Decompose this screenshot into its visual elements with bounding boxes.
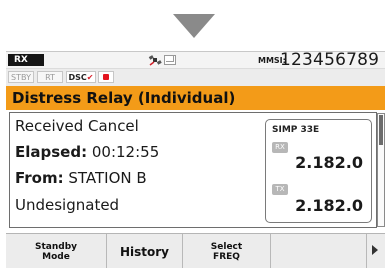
stby-indicator: STBY [8,71,34,83]
satellite-icon [148,55,162,66]
status-bar-top: RX MMSI: 123456789 [6,52,385,70]
more-arrow-icon[interactable] [372,245,378,255]
page-title: Distress Relay (Individual) [12,89,236,107]
title-bar: Distress Relay (Individual) [6,86,385,110]
tx-frequency: 2.182.0 [295,196,363,215]
elapsed-label: Elapsed: [15,143,88,161]
channel-frequency-box: SIMP 33E RX 2.182.0 TX 2.182.0 [265,119,372,223]
status-bar-indicators: STBY RT DSC✔ [6,68,385,86]
dsc-indicator: DSC✔ [66,71,96,83]
call-details-panel: Received Cancel Elapsed: 00:12:55 From: … [9,112,377,228]
rx-tag: RX [272,142,288,153]
rt-indicator: RT [37,71,63,83]
rx-badge: RX [8,54,44,66]
record-indicator [98,71,114,83]
down-arrow-icon [173,14,215,38]
scrollbar[interactable] [377,113,385,227]
check-icon: ✔ [86,73,94,82]
rx-frequency: 2.182.0 [295,153,363,172]
tx-tag: TX [272,184,288,195]
scrollbar-thumb[interactable] [379,115,383,145]
select-freq-button[interactable]: Select FREQ [183,234,271,268]
position-line: Undesignated [15,196,120,214]
from-line: From: STATION B [15,169,147,187]
elapsed-value: 00:12:55 [91,143,160,161]
standby-mode-label-2: Mode [42,251,70,262]
from-label: From: [15,169,64,187]
record-icon [103,74,109,80]
status-line: Received Cancel [15,117,139,135]
from-value: STATION B [68,169,147,187]
radio-screen: RX MMSI: 123456789 STBY RT DSC✔ Distress… [6,51,385,268]
elapsed-line: Elapsed: 00:12:55 [15,143,159,161]
history-button[interactable]: History [107,234,183,268]
standby-mode-button[interactable]: Standby Mode [6,234,107,268]
select-freq-label-2: FREQ [213,251,240,262]
message-icon [164,55,176,65]
select-freq-label-1: Select [210,241,243,252]
empty-softkey[interactable] [271,234,367,268]
standby-mode-label-1: Standby [34,241,78,252]
dsc-label: DSC [68,73,87,82]
channel-name: SIMP 33E [272,125,320,135]
softkey-bar: Standby Mode History Select FREQ [6,233,385,268]
